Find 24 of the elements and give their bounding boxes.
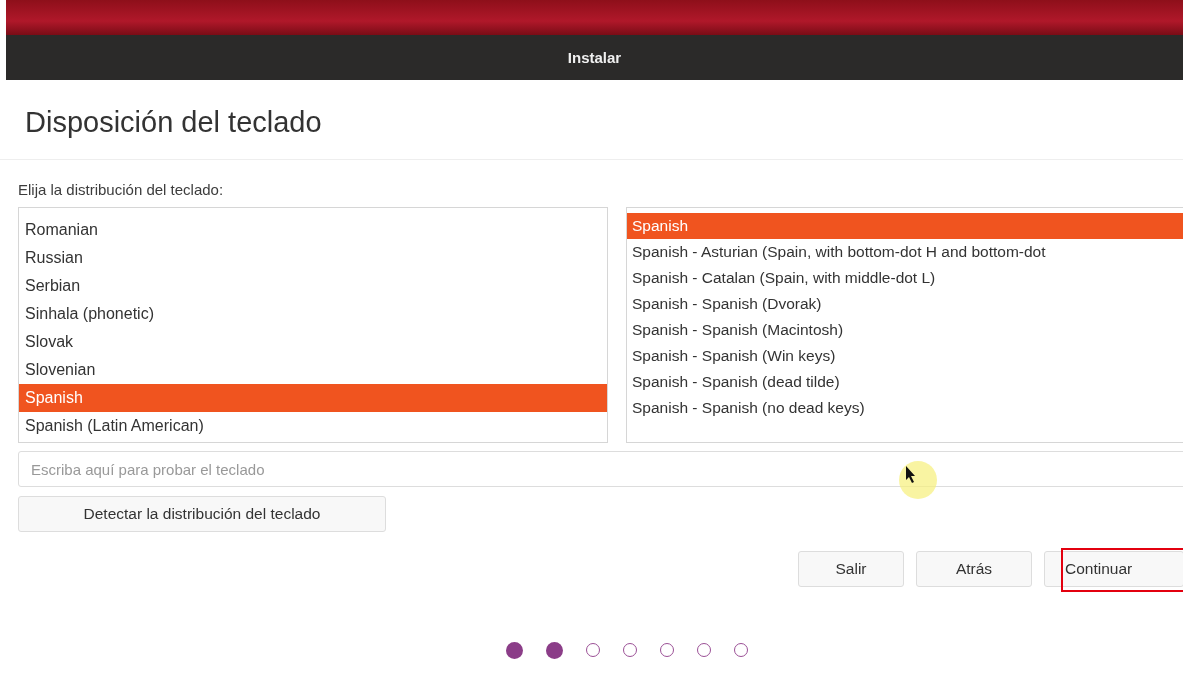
variant-item[interactable]: Spanish - Catalan (Spain, with middle-dot L) xyxy=(627,265,1183,291)
variant-item[interactable]: Spanish - Spanish (Macintosh) xyxy=(627,317,1183,343)
layout-item[interactable]: Sinhala (phonetic) xyxy=(19,300,607,328)
variant-item[interactable]: Spanish xyxy=(627,213,1183,239)
test-input-field[interactable]: Escriba aquí para probar el teclado xyxy=(18,451,1183,487)
layout-item[interactable]: Russian xyxy=(19,244,607,272)
action-button[interactable]: Salir xyxy=(798,551,904,587)
variant-item[interactable]: Spanish - Asturian (Spain, with bottom-dot H and bottom-dot xyxy=(627,239,1183,265)
variant-item[interactable]: Spanish - Spanish (Win keys) xyxy=(627,343,1183,369)
layout-label: Elija la distribución del teclado: xyxy=(18,181,225,200)
layout-item[interactable]: Spanish xyxy=(19,384,607,412)
window-title: Instalar xyxy=(567,49,622,66)
layout-item[interactable]: Romanian xyxy=(19,216,607,244)
action-button[interactable]: Atrás xyxy=(916,551,1032,587)
mouse-pointer-icon xyxy=(898,460,938,500)
layout-item[interactable]: Serbian xyxy=(19,272,607,300)
layout-item[interactable]: Spanish (Latin American) xyxy=(19,412,607,440)
detect-button[interactable]: Detectar la distribución del teclado xyxy=(18,496,386,532)
layout-item[interactable]: Slovak xyxy=(19,328,607,356)
variant-item[interactable]: Spanish - Spanish (no dead keys) xyxy=(627,395,1183,421)
variant-item[interactable]: Spanish - Spanish (Dvorak) xyxy=(627,291,1183,317)
layout-item[interactable]: Slovenian xyxy=(19,356,607,384)
page-heading: Disposición del teclado xyxy=(25,106,323,139)
variant-item[interactable]: Spanish - Spanish (dead tilde) xyxy=(627,369,1183,395)
